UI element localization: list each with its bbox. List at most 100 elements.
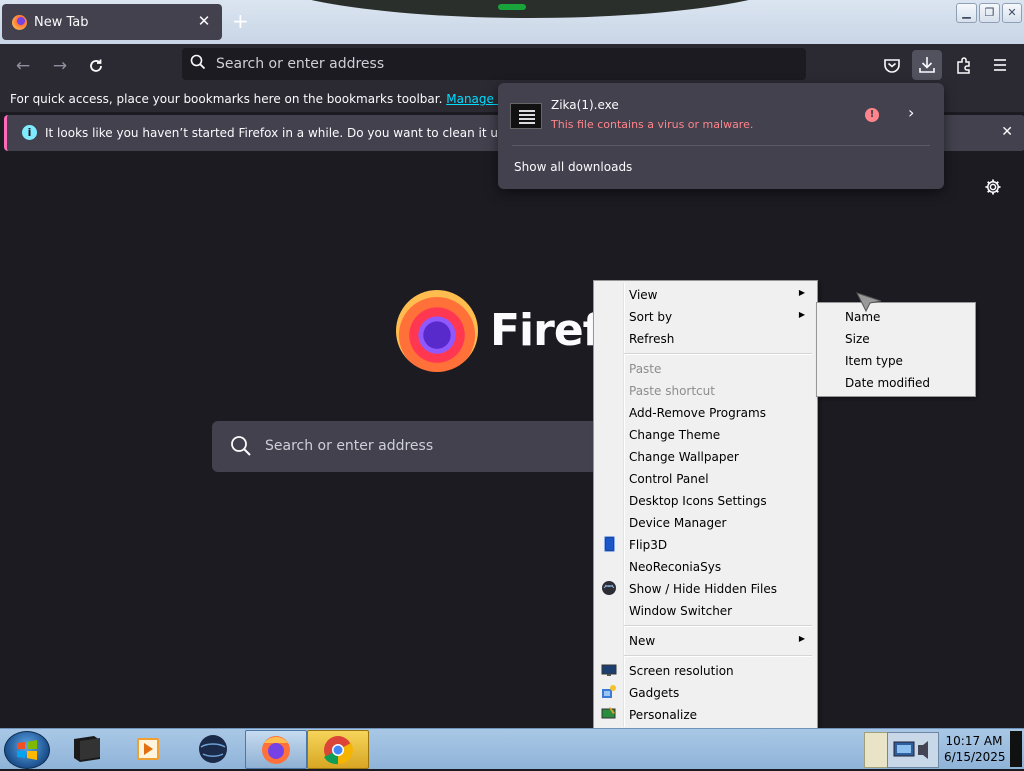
menu-item-control-panel[interactable]: Control Panel (596, 467, 815, 489)
menu-item-device-manager[interactable]: Device Manager (596, 511, 815, 533)
menu-item-label: Flip3D (629, 538, 668, 552)
menu-item-show-hide-hidden-files[interactable]: Show / Hide Hidden Files (596, 577, 815, 599)
menu-item-label: Show / Hide Hidden Files (629, 582, 777, 596)
menu-separator (624, 625, 812, 627)
download-file-name[interactable]: Zika(1).exe (551, 98, 619, 112)
bookmarks-hint-text: For quick access, place your bookmarks h… (10, 92, 443, 106)
sort-option-date-modified[interactable]: Date modified (819, 371, 973, 393)
submenu-arrow-icon: ▶ (798, 310, 805, 319)
menu-item-refresh[interactable]: Refresh (596, 327, 815, 349)
address-bar[interactable]: Search or enter address (182, 48, 806, 80)
panel-divider (512, 145, 930, 146)
taskbar-media-player[interactable] (120, 730, 180, 767)
tray-keyboard-icon[interactable] (864, 732, 888, 768)
mouse-cursor-icon (856, 292, 882, 315)
tab-title: New Tab (34, 15, 89, 30)
search-icon (190, 54, 206, 73)
windows-logo-icon (17, 740, 37, 760)
menu-item-add-remove-programs[interactable]: Add-Remove Programs (596, 401, 815, 423)
notification-close-icon[interactable]: ✕ (1001, 124, 1013, 140)
restore-button[interactable]: ❐ (979, 3, 1000, 23)
menu-icon[interactable] (985, 50, 1015, 80)
menu-separator (624, 353, 812, 355)
menu-item-desktop-icons-settings[interactable]: Desktop Icons Settings (596, 489, 815, 511)
tray-network-volume-icon[interactable] (887, 732, 939, 768)
globe-icon (601, 580, 617, 596)
submenu-arrow-icon: ▶ (798, 288, 805, 297)
menu-item-label: Control Panel (629, 472, 709, 486)
menu-item-label: Refresh (629, 332, 675, 346)
downloads-icon[interactable] (912, 50, 942, 80)
extensions-icon[interactable] (949, 50, 979, 80)
tab-strip: New Tab ✕ + ▁ ❐ ✕ (0, 0, 1024, 44)
show-desktop-button[interactable] (1010, 731, 1022, 767)
menu-item-label: NeoReconiaSys (629, 560, 722, 574)
personalize-icon (601, 706, 617, 722)
close-window-button[interactable]: ✕ (1002, 3, 1022, 23)
sort-option-size[interactable]: Size (819, 327, 973, 349)
info-icon: i (22, 125, 37, 140)
download-warning: This file contains a virus or malware. (551, 118, 754, 131)
sort-option-label: Date modified (845, 376, 931, 390)
submenu-arrow-icon: ▶ (798, 634, 805, 643)
clock-time: 10:17 AM (945, 734, 1003, 748)
show-all-downloads-button[interactable]: Show all downloads (514, 160, 632, 174)
menu-item-label: Sort by (629, 310, 673, 324)
sort-option-item-type[interactable]: Item type (819, 349, 973, 371)
taskbar: 10:17 AM 6/15/2025 (0, 728, 1024, 769)
minimize-button[interactable]: ▁ (956, 3, 977, 23)
malware-alert-icon: ! (865, 108, 879, 122)
sort-option-label: Size (845, 332, 870, 346)
forward-icon[interactable]: → (46, 52, 74, 80)
content-search-placeholder: Search or enter address (265, 438, 434, 454)
pocket-icon[interactable] (877, 50, 907, 80)
menu-item-label: Device Manager (629, 516, 727, 530)
tab-new-tab[interactable]: New Tab ✕ (2, 4, 222, 40)
system-clock[interactable]: 10:17 AM 6/15/2025 (944, 733, 1006, 765)
new-tab-button[interactable]: + (232, 11, 249, 31)
menu-item-neoreconiasys[interactable]: NeoReconiaSys (596, 555, 815, 577)
menu-item-flip3d[interactable]: Flip3D (596, 533, 815, 555)
desktop-context-menu: View ▶ Sort by ▶ Refresh Paste Paste short… (593, 280, 818, 730)
menu-item-screen-resolution[interactable]: Screen resolution (596, 659, 815, 681)
reload-icon[interactable] (82, 52, 110, 80)
menu-item-change-theme[interactable]: Change Theme (596, 423, 815, 445)
menu-item-view[interactable]: View ▶ (596, 283, 815, 305)
settings-gear-icon[interactable] (984, 178, 1002, 199)
theme-decoration (250, 0, 810, 18)
sort-option-name[interactable]: Name (819, 305, 973, 327)
menu-item-label: Desktop Icons Settings (629, 494, 767, 508)
tab-close-icon[interactable]: ✕ (194, 11, 214, 31)
start-button[interactable] (4, 731, 50, 769)
menu-item-label: Personalize (629, 708, 698, 722)
back-icon[interactable]: ← (9, 52, 37, 80)
monitor-icon (601, 662, 617, 678)
exe-file-icon (510, 103, 542, 129)
content-search-icon (231, 436, 251, 456)
menu-item-paste: Paste (596, 357, 815, 379)
download-details-chevron-icon[interactable]: › (908, 103, 914, 122)
gadgets-icon (601, 684, 617, 700)
menu-item-label: Screen resolution (629, 664, 734, 678)
clock-date: 6/15/2025 (944, 750, 1006, 764)
menu-item-sort-by[interactable]: Sort by ▶ (596, 305, 815, 327)
menu-item-label: Add-Remove Programs (629, 406, 766, 420)
taskbar-chrome[interactable] (307, 730, 369, 769)
taskbar-globe-app[interactable] (182, 730, 242, 767)
taskbar-firefox[interactable] (245, 730, 307, 769)
notification-message: It looks like you haven’t started Firefo… (45, 126, 572, 140)
address-placeholder: Search or enter address (216, 56, 385, 72)
sort-by-submenu: Name Size Item type Date modified (816, 302, 976, 397)
menu-item-change-wallpaper[interactable]: Change Wallpaper (596, 445, 815, 467)
menu-item-window-switcher[interactable]: Window Switcher (596, 599, 815, 621)
menu-item-gadgets[interactable]: Gadgets (596, 681, 815, 703)
flip3d-icon (601, 536, 617, 552)
taskbar-terminal-app[interactable] (58, 730, 118, 767)
menu-item-personalize[interactable]: Personalize (596, 703, 815, 725)
menu-item-label: Window Switcher (629, 604, 733, 618)
menu-item-new[interactable]: New ▶ (596, 629, 815, 651)
firefox-logo-icon (396, 290, 478, 372)
menu-item-label: Change Theme (629, 428, 721, 442)
menu-item-label: Paste (629, 362, 662, 376)
downloads-panel: Zika(1).exe This file contains a virus o… (498, 83, 944, 189)
